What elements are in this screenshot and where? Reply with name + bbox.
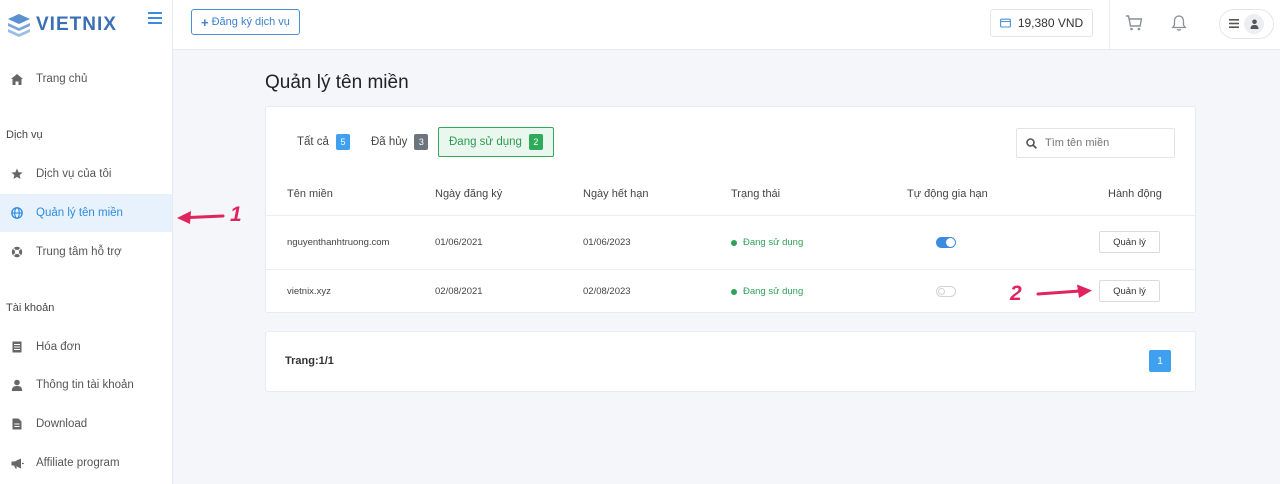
- sidebar-item-my-services[interactable]: Dịch vụ của tôi: [0, 155, 172, 193]
- registered-date: 01/06/2021: [435, 237, 483, 248]
- wallet-icon: [999, 18, 1011, 28]
- filter-label: Tất cả: [297, 136, 329, 148]
- table-divider: [266, 269, 1195, 270]
- table-divider: [266, 215, 1195, 216]
- section-label-account: Tài khoản: [6, 302, 55, 314]
- status-dot-icon: [731, 239, 737, 246]
- sidebar-item-label: Download: [36, 418, 88, 430]
- domain-search: [1016, 128, 1175, 158]
- filter-tab-all[interactable]: Tất cả 5: [297, 127, 350, 157]
- invoice-icon: [10, 340, 24, 354]
- status-text: Đang sử dụng: [743, 286, 804, 297]
- register-service-button[interactable]: + Đăng ký dịch vụ: [191, 9, 300, 35]
- sidebar-item-support[interactable]: Trung tâm hỗ trợ: [0, 233, 172, 271]
- manage-button[interactable]: Quản lý: [1099, 280, 1160, 302]
- annotation-number-1: 1: [230, 203, 242, 226]
- sidebar-item-label: Trang chủ: [36, 73, 88, 85]
- cart-icon[interactable]: [1125, 14, 1143, 32]
- star-icon: [10, 167, 24, 181]
- filter-label: Đang sử dụng: [449, 136, 522, 148]
- topbar: + Đăng ký dịch vụ 19,380 VND: [173, 0, 1280, 50]
- filter-tab-active[interactable]: Đang sử dụng 2: [438, 127, 554, 157]
- search-icon: [1026, 137, 1037, 149]
- brand-name: VIETNIX: [36, 14, 117, 35]
- sidebar-item-invoices[interactable]: Hóa đơn: [0, 328, 172, 366]
- sidebar-item-label: Hóa đơn: [36, 341, 81, 353]
- filter-label: Đã hủy: [371, 136, 408, 148]
- plus-icon: +: [201, 14, 209, 30]
- status-dot-icon: [731, 288, 737, 295]
- filter-count-badge: 3: [414, 134, 429, 150]
- filter-count-badge: 5: [335, 134, 350, 150]
- domain-name: vietnix.xyz: [287, 286, 331, 297]
- topbar-divider: [1109, 0, 1110, 50]
- status-text: Đang sử dụng: [743, 237, 804, 248]
- sidebar-item-label: Trung tâm hỗ trợ: [36, 246, 122, 258]
- status-badge: Đang sử dụng: [731, 237, 803, 248]
- register-service-label: Đăng ký dịch vụ: [211, 16, 290, 28]
- home-icon: [10, 72, 24, 86]
- lifebuoy-icon: [10, 245, 24, 259]
- column-header-expires[interactable]: Ngày hết hạn: [583, 188, 648, 200]
- auto-renew-toggle[interactable]: [936, 286, 956, 297]
- sidebar-item-account-info[interactable]: Thông tin tài khoản: [0, 366, 172, 404]
- globe-icon: [10, 206, 24, 220]
- expiry-date: 01/06/2023: [583, 237, 631, 248]
- balance-amount: 19,380 VND: [1017, 16, 1084, 30]
- user-menu[interactable]: [1219, 9, 1274, 39]
- sidebar-item-label: Thông tin tài khoản: [36, 379, 134, 391]
- filter-tab-cancelled[interactable]: Đã hủy 3: [371, 127, 429, 157]
- list-icon: [1228, 17, 1239, 31]
- sidebar-item-label: Dịch vụ của tôi: [36, 168, 112, 180]
- brand[interactable]: VIETNIX: [0, 0, 172, 50]
- search-input[interactable]: [1045, 137, 1165, 149]
- column-header-domain[interactable]: Tên miền: [287, 188, 333, 200]
- sidebar-item-affiliate[interactable]: Affiliate program: [0, 444, 172, 482]
- sidebar-item-domain-management[interactable]: Quản lý tên miền: [0, 194, 172, 232]
- sidebar: VIETNIX Trang chủ Dịch vụ Dịch vụ của tô…: [0, 0, 173, 484]
- bell-icon[interactable]: [1171, 14, 1187, 32]
- avatar: [1244, 14, 1265, 34]
- account-balance[interactable]: 19,380 VND: [990, 9, 1093, 37]
- auto-renew-toggle[interactable]: [936, 237, 956, 248]
- filter-count-badge: 2: [528, 134, 543, 150]
- column-header-status[interactable]: Trạng thái: [731, 188, 780, 200]
- file-icon: [10, 417, 24, 431]
- sidebar-item-label: Quản lý tên miền: [36, 207, 123, 219]
- column-header-auto-renew[interactable]: Tự động gia hạn: [907, 188, 988, 200]
- pagination-card: [265, 331, 1196, 392]
- user-icon: [10, 378, 24, 392]
- annotation-arrow-2-icon: [1036, 284, 1092, 298]
- vietnix-logo-icon: [8, 14, 30, 37]
- column-header-action[interactable]: Hành động: [1108, 188, 1162, 200]
- annotation-number-2: 2: [1010, 282, 1022, 305]
- expiry-date: 02/08/2023: [583, 286, 631, 297]
- sidebar-item-label: Affiliate program: [36, 457, 120, 469]
- registered-date: 02/08/2021: [435, 286, 483, 297]
- page-info: Trang:1/1: [285, 355, 334, 367]
- page-title: Quản lý tên miền: [265, 72, 409, 93]
- sidebar-item-home[interactable]: Trang chủ: [0, 60, 172, 98]
- annotation-arrow-1-icon: [177, 211, 225, 224]
- column-header-registered[interactable]: Ngày đăng ký: [435, 188, 502, 200]
- status-badge: Đang sử dụng: [731, 286, 803, 297]
- pagination-page-button[interactable]: 1: [1149, 350, 1171, 372]
- megaphone-icon: [10, 456, 24, 470]
- domain-name: nguyenthanhtruong.com: [287, 237, 390, 248]
- manage-button[interactable]: Quản lý: [1099, 231, 1160, 253]
- sidebar-item-download[interactable]: Download: [0, 405, 172, 443]
- menu-toggle-icon[interactable]: [148, 12, 162, 26]
- section-label-services: Dịch vụ: [6, 129, 43, 141]
